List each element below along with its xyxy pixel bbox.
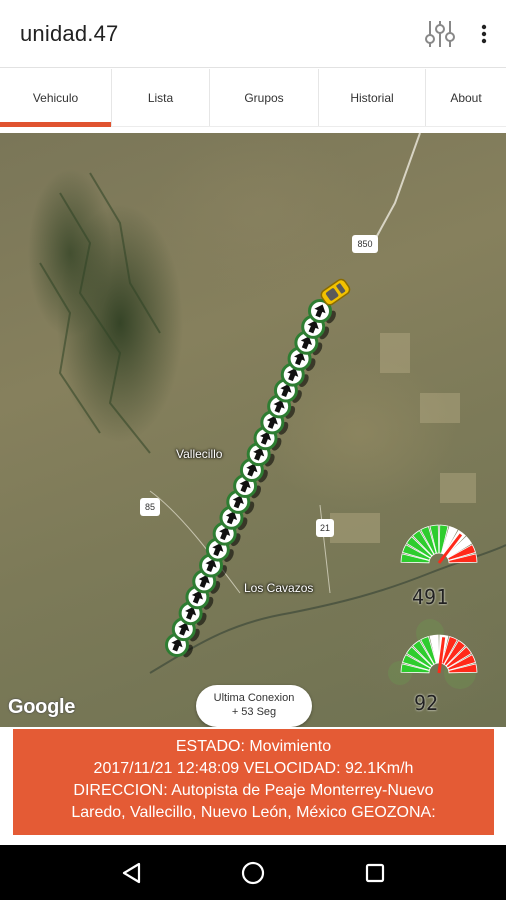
- connection-label: Ultima Conexion: [213, 692, 295, 704]
- more-vert-icon[interactable]: [470, 14, 498, 54]
- map-view[interactable]: 850 85 21 Vallecillo Los Cavazos 491 92 …: [0, 133, 506, 727]
- status-address-1: DIRECCION: Autopista de Peaje Monterrey-…: [73, 782, 434, 799]
- google-logo: Google: [8, 696, 76, 718]
- recents-icon[interactable]: [350, 848, 400, 898]
- app-bar: unidad.47: [0, 0, 506, 68]
- last-connection-badge[interactable]: Ultima Conexion + 53 Seg: [196, 685, 312, 727]
- tab-bar: Vehiculo Lista Grupos Historial About: [0, 69, 506, 127]
- tab-lista[interactable]: Lista: [112, 69, 210, 126]
- status-panel: ESTADO: Movimiento 2017/11/21 12:48:09 V…: [13, 729, 494, 835]
- gauge-upper-value: 491: [412, 585, 449, 609]
- sliders-icon[interactable]: [420, 14, 460, 54]
- status-address-2: Laredo, Vallecillo, Nuevo León, México G…: [71, 804, 436, 821]
- home-icon[interactable]: [228, 848, 278, 898]
- status-datetime-speed: 2017/11/21 12:48:09 VELOCIDAD: 92.1Km/h: [93, 760, 414, 777]
- gauge-upper-icon: [400, 524, 478, 564]
- system-nav-bar: [0, 845, 506, 900]
- gauge-lower-icon: [400, 634, 478, 674]
- back-icon[interactable]: [106, 848, 156, 898]
- tab-about[interactable]: About: [426, 69, 506, 126]
- tab-vehiculo[interactable]: Vehiculo: [0, 69, 112, 127]
- connection-time: + 53 Seg: [231, 706, 277, 718]
- tab-grupos[interactable]: Grupos: [210, 69, 319, 126]
- gauge-lower-value: 92: [414, 691, 439, 715]
- vehicle-marker-icon[interactable]: [316, 278, 356, 308]
- app-title: unidad.47: [20, 20, 119, 46]
- tab-historial[interactable]: Historial: [319, 69, 426, 126]
- status-state: ESTADO: Movimiento: [175, 738, 332, 755]
